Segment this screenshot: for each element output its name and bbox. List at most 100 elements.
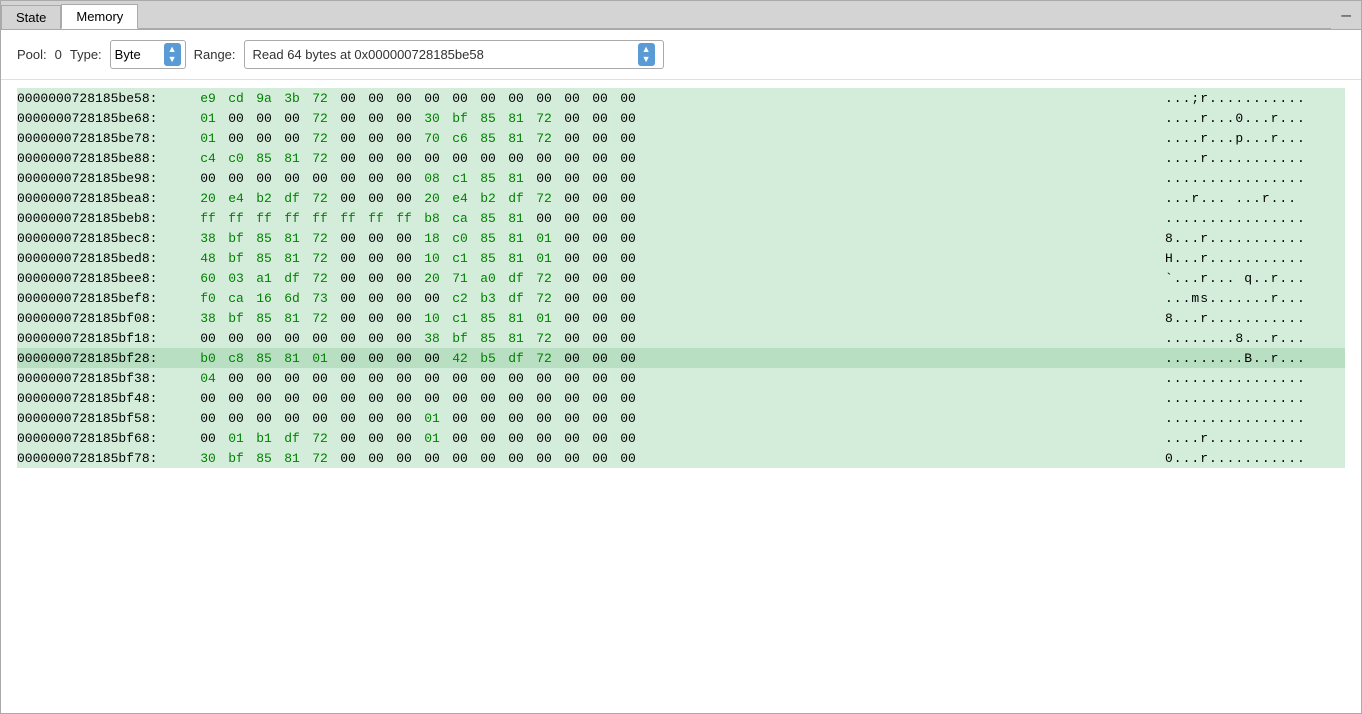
ascii-representation: ....r...p...r...: [1145, 131, 1345, 146]
up-arrow-icon: ▲: [168, 45, 177, 54]
hex-byte: 00: [393, 391, 415, 406]
tab-memory[interactable]: Memory: [61, 4, 138, 29]
range-up-arrow-icon: ▲: [642, 45, 651, 54]
table-row: 0000000728185bf08:38bf85817200000010c185…: [17, 308, 1345, 328]
ascii-representation: ................: [1145, 371, 1345, 386]
table-row: 0000000728185bf78:30bf858172000000000000…: [17, 448, 1345, 468]
hex-byte: 00: [393, 431, 415, 446]
hex-byte: 00: [477, 371, 499, 386]
range-down-arrow-icon: ▼: [642, 55, 651, 64]
hex-byte: 00: [617, 131, 639, 146]
ascii-representation: H...r...........: [1145, 251, 1345, 266]
minimize-button[interactable]: —: [1331, 3, 1361, 29]
table-row: 0000000728185bf18:000000000000000038bf85…: [17, 328, 1345, 348]
hex-byte: 00: [477, 151, 499, 166]
hex-byte: ff: [281, 211, 303, 226]
hex-byte: 00: [533, 91, 555, 106]
hex-byte: 85: [477, 251, 499, 266]
hex-byte: 42: [449, 351, 471, 366]
hex-byte: 00: [393, 151, 415, 166]
hex-byte: b8: [421, 211, 443, 226]
hex-byte: 00: [589, 431, 611, 446]
hex-byte: 81: [281, 251, 303, 266]
hex-byte: 00: [617, 351, 639, 366]
hex-byte: 00: [365, 171, 387, 186]
table-row: 0000000728185bee8:6003a1df720000002071a0…: [17, 268, 1345, 288]
hex-address: 0000000728185be58:: [17, 91, 197, 106]
hex-byte: 00: [561, 271, 583, 286]
hex-bytes: b0c88581010000000042b5df72000000: [197, 351, 1145, 366]
ascii-representation: ...ms.......r...: [1145, 291, 1345, 306]
hex-address: 0000000728185beb8:: [17, 211, 197, 226]
hex-byte: 00: [617, 411, 639, 426]
table-row: 0000000728185be98:000000000000000008c185…: [17, 168, 1345, 188]
hex-byte: 00: [393, 251, 415, 266]
ascii-representation: 0...r...........: [1145, 451, 1345, 466]
tab-bar: State Memory —: [1, 1, 1361, 30]
hex-byte: 00: [337, 371, 359, 386]
table-row: 0000000728185bf38:0400000000000000000000…: [17, 368, 1345, 388]
tab-state[interactable]: State: [1, 5, 61, 29]
hex-byte: 81: [281, 451, 303, 466]
hex-byte: 00: [365, 191, 387, 206]
hex-byte: c0: [225, 151, 247, 166]
hex-byte: 00: [449, 91, 471, 106]
hex-byte: 00: [533, 411, 555, 426]
hex-byte: ff: [225, 211, 247, 226]
hex-byte: c0: [449, 231, 471, 246]
type-select[interactable]: Byte Word DWord QWord: [115, 47, 160, 62]
table-row: 0000000728185bec8:38bf85817200000018c085…: [17, 228, 1345, 248]
hex-byte: 81: [505, 251, 527, 266]
hex-byte: 00: [421, 451, 443, 466]
hex-byte: 00: [533, 391, 555, 406]
hex-byte: 08: [421, 171, 443, 186]
hex-byte: 00: [449, 451, 471, 466]
hex-byte: 00: [337, 431, 359, 446]
hex-byte: 10: [421, 251, 443, 266]
hex-byte: 00: [589, 271, 611, 286]
hex-byte: bf: [225, 311, 247, 326]
hex-address: 0000000728185bf58:: [17, 411, 197, 426]
hex-byte: 00: [281, 131, 303, 146]
type-select-arrows[interactable]: ▲ ▼: [164, 43, 181, 66]
hex-byte: 00: [561, 451, 583, 466]
hex-byte: 00: [393, 91, 415, 106]
hex-byte: 00: [365, 451, 387, 466]
hex-byte: 00: [393, 371, 415, 386]
hex-byte: 20: [197, 191, 219, 206]
hex-address: 0000000728185be78:: [17, 131, 197, 146]
hex-byte: 00: [505, 431, 527, 446]
hex-byte: c4: [197, 151, 219, 166]
hex-byte: 81: [505, 111, 527, 126]
hex-byte: 00: [617, 191, 639, 206]
hex-byte: 00: [337, 91, 359, 106]
hex-byte: 00: [617, 91, 639, 106]
hex-byte: 00: [617, 271, 639, 286]
hex-byte: 85: [253, 231, 275, 246]
hex-byte: 00: [225, 171, 247, 186]
hex-byte: b3: [477, 291, 499, 306]
hex-byte: 81: [505, 171, 527, 186]
hex-byte: 00: [589, 311, 611, 326]
table-row: 0000000728185beb8:ffffffffffffffffb8ca85…: [17, 208, 1345, 228]
hex-byte: b2: [477, 191, 499, 206]
type-select-box[interactable]: Byte Word DWord QWord ▲ ▼: [110, 40, 186, 69]
hex-address: 0000000728185be98:: [17, 171, 197, 186]
hex-address: 0000000728185bee8:: [17, 271, 197, 286]
tab-spacer: [138, 28, 1331, 29]
hex-byte: 00: [337, 251, 359, 266]
hex-byte: 00: [393, 411, 415, 426]
hex-byte: 00: [421, 151, 443, 166]
hex-byte: 00: [309, 411, 331, 426]
hex-byte: 00: [617, 451, 639, 466]
toolbar: Pool: 0 Type: Byte Word DWord QWord ▲ ▼ …: [1, 30, 1361, 80]
hex-byte: 00: [561, 231, 583, 246]
range-box[interactable]: Read 64 bytes at 0x000000728185be58 ▲ ▼: [244, 40, 664, 69]
range-select-arrows[interactable]: ▲ ▼: [638, 43, 655, 66]
hex-byte: 00: [589, 331, 611, 346]
hex-byte: bf: [225, 231, 247, 246]
hex-byte: 81: [281, 231, 303, 246]
table-row: 0000000728185be58:e9cd9a3b72000000000000…: [17, 88, 1345, 108]
hex-byte: 00: [533, 451, 555, 466]
hex-byte: f0: [197, 291, 219, 306]
